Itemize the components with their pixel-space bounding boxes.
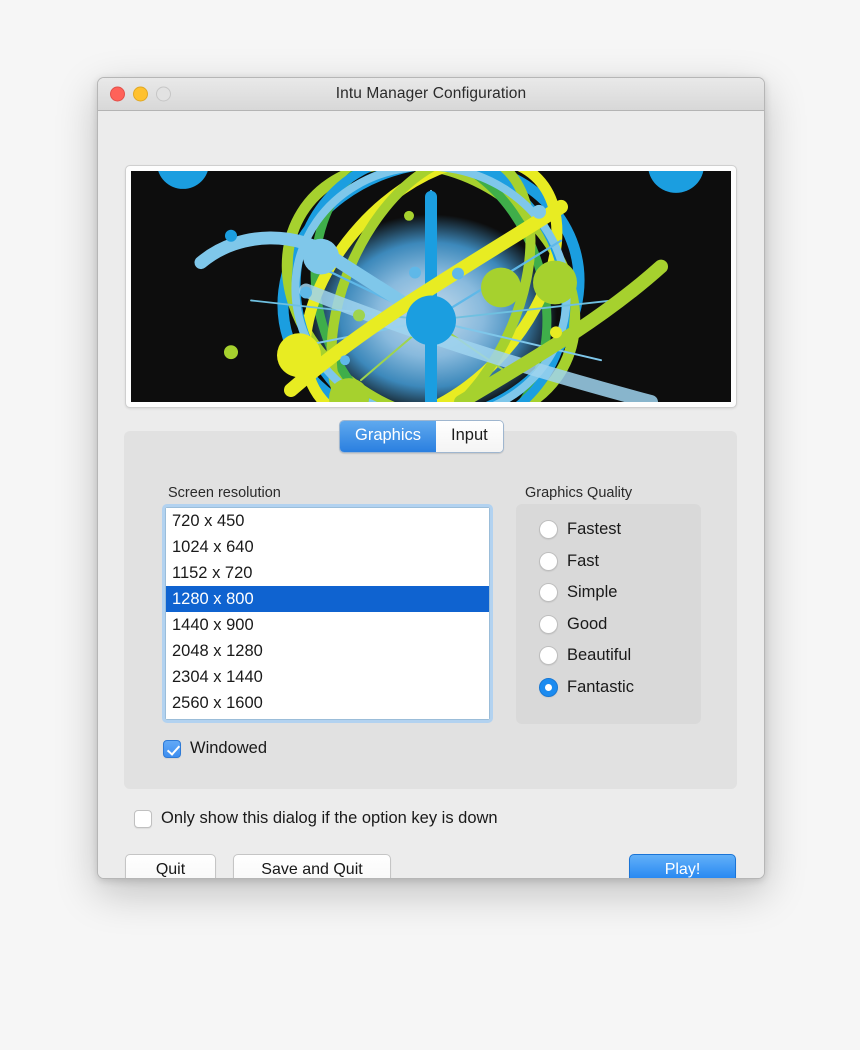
play-button[interactable]: Play!: [629, 854, 736, 878]
option-key-label: Only show this dialog if the option key …: [161, 809, 498, 827]
checkbox-unchecked-icon[interactable]: [134, 809, 152, 828]
list-item[interactable]: 1440 x 900: [166, 612, 489, 638]
network-globe-graphic: [131, 171, 731, 402]
radio-beautiful[interactable]: Beautiful: [516, 640, 701, 672]
banner-image: [131, 171, 731, 402]
radio-label: Fast: [567, 551, 600, 570]
list-item[interactable]: 2048 x 1280: [166, 638, 489, 664]
radio-good[interactable]: Good: [516, 609, 701, 641]
screen-resolution-label: Screen resolution: [168, 485, 281, 501]
list-item[interactable]: 1152 x 720: [166, 560, 489, 586]
radio-fast[interactable]: Fast: [516, 546, 701, 578]
list-item[interactable]: 2304 x 1440: [166, 664, 489, 690]
banner-frame: [125, 165, 737, 408]
windowed-checkbox-row[interactable]: Windowed: [163, 739, 267, 758]
graphics-quality-group: Fastest Fast Simple Good Beautiful Fanta…: [516, 504, 701, 724]
radio-icon: [539, 646, 558, 666]
list-item[interactable]: 720 x 450: [166, 508, 489, 534]
window-titlebar: Intu Manager Configuration: [98, 78, 764, 111]
radio-simple[interactable]: Simple: [516, 577, 701, 609]
radio-icon: [539, 520, 558, 540]
radio-selected-icon: [539, 677, 558, 697]
radio-icon: [539, 614, 558, 634]
tab-input[interactable]: Input: [436, 421, 503, 452]
quit-button[interactable]: Quit: [125, 854, 216, 878]
window-title: Intu Manager Configuration: [335, 85, 527, 102]
screen: Intu Manager Configuration Graphics Inpu…: [0, 0, 860, 1050]
radio-label: Good: [567, 614, 608, 633]
graphics-quality-label: Graphics Quality: [525, 485, 633, 501]
checkbox-checked-icon[interactable]: [163, 739, 181, 758]
radio-fantastic[interactable]: Fantastic: [516, 672, 701, 704]
radio-icon: [539, 583, 558, 603]
tab-graphics[interactable]: Graphics: [340, 421, 437, 452]
radio-icon: [539, 551, 558, 571]
zoom-window-button[interactable]: [156, 86, 171, 102]
radio-fastest[interactable]: Fastest: [516, 514, 701, 546]
option-key-checkbox-row[interactable]: Only show this dialog if the option key …: [134, 809, 498, 828]
traffic-lights: [110, 86, 171, 102]
config-window: Intu Manager Configuration Graphics Inpu…: [97, 77, 765, 879]
list-item[interactable]: 1024 x 640: [166, 534, 489, 560]
radio-label: Simple: [567, 583, 618, 602]
tab-bar: Graphics Input: [339, 420, 504, 453]
radio-label: Fastest: [567, 520, 622, 539]
screen-resolution-list: 720 x 450 1024 x 640 1152 x 720 1280 x 8…: [165, 507, 490, 720]
list-item-selected[interactable]: 1280 x 800: [166, 586, 489, 612]
list-item[interactable]: 2560 x 1600: [166, 690, 489, 716]
close-window-button[interactable]: [110, 86, 125, 102]
windowed-label: Windowed: [190, 739, 268, 757]
radio-label: Fantastic: [567, 677, 634, 696]
save-and-quit-button[interactable]: Save and Quit: [233, 854, 391, 878]
screen-resolution-listbox[interactable]: 720 x 450 1024 x 640 1152 x 720 1280 x 8…: [162, 504, 493, 723]
window-body: Graphics Input Screen resolution 720 x 4…: [98, 111, 764, 878]
radio-label: Beautiful: [567, 646, 632, 665]
minimize-window-button[interactable]: [133, 86, 148, 102]
